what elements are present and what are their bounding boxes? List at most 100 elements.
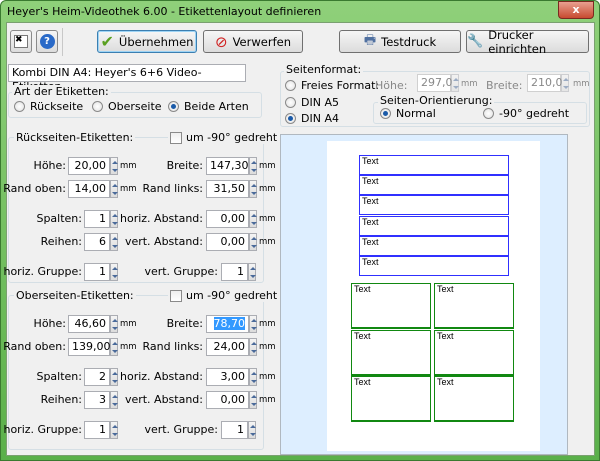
spinner-breite[interactable] bbox=[249, 157, 257, 175]
input-hoehe[interactable]: 46,60 bbox=[68, 315, 110, 333]
unit-label: mm bbox=[259, 342, 276, 352]
spinner-horiz-abstand[interactable] bbox=[249, 368, 257, 386]
input-horiz-abstand[interactable]: 0,00 bbox=[206, 210, 249, 228]
spinner-hoehe[interactable] bbox=[110, 157, 118, 175]
spinner-reihen[interactable] bbox=[110, 233, 118, 251]
page-width-spinner[interactable] bbox=[561, 74, 569, 92]
spinner-vert-gruppe[interactable] bbox=[248, 421, 256, 439]
spinner-vert-abstand[interactable] bbox=[249, 233, 257, 251]
spinner-rand-oben[interactable] bbox=[110, 180, 118, 198]
input-breite[interactable]: 78,70 bbox=[206, 315, 249, 333]
field-label-horiz-abstand: horiz. Abstand: bbox=[120, 212, 203, 225]
window-close-icon: ✖ bbox=[14, 35, 28, 48]
close-layout-button[interactable]: ✖ bbox=[10, 30, 32, 53]
spinner-spalten[interactable] bbox=[110, 368, 118, 386]
layout-name-input[interactable]: Kombi DIN A4: Heyer's 6+6 Video-Etikette… bbox=[8, 64, 246, 93]
spinner-horiz-gruppe[interactable] bbox=[110, 263, 118, 281]
input-rand-links[interactable]: 31,50 bbox=[206, 180, 249, 198]
radio-indicator bbox=[92, 101, 103, 112]
rotate-checkbox[interactable]: um -90° gedreht bbox=[168, 131, 280, 144]
input-vert-gruppe[interactable]: 1 bbox=[221, 421, 248, 439]
spinner-vert-abstand[interactable] bbox=[249, 391, 257, 409]
input-reihen[interactable]: 3 bbox=[84, 391, 110, 409]
field-label-vert-abstand: vert. Abstand: bbox=[124, 393, 203, 406]
input-rand-oben[interactable]: 139,00 bbox=[68, 338, 111, 356]
page-height-input[interactable]: 297,0 bbox=[417, 74, 453, 92]
spinner-rand-oben[interactable] bbox=[110, 338, 118, 356]
radio-orientation-rotated[interactable]: -90° gedreht bbox=[483, 107, 569, 120]
spinner-rand-links[interactable] bbox=[249, 180, 257, 198]
radio-indicator bbox=[285, 97, 296, 108]
input-vert-gruppe[interactable]: 1 bbox=[221, 263, 248, 281]
radio-label: Rückseite bbox=[30, 100, 84, 113]
input-rand-oben[interactable]: 14,00 bbox=[68, 180, 110, 198]
input-breite[interactable]: 147,30 bbox=[206, 157, 249, 175]
radio-din-a4[interactable]: DIN A4 bbox=[285, 112, 339, 125]
spinner-hoehe[interactable] bbox=[110, 315, 118, 333]
input-reihen[interactable]: 6 bbox=[84, 233, 110, 251]
apply-button[interactable]: ✔ Übernehmen bbox=[97, 30, 197, 53]
checkbox-box bbox=[170, 131, 182, 144]
rotate-checkbox[interactable]: um -90° gedreht bbox=[168, 289, 280, 302]
radio-label: -90° gedreht bbox=[499, 107, 570, 120]
unit-label: mm bbox=[259, 372, 276, 382]
radio-beide-arten[interactable]: Beide Arten bbox=[168, 100, 249, 113]
spinner-vert-gruppe[interactable] bbox=[248, 263, 256, 281]
radio-orientation-normal[interactable]: Normal bbox=[380, 107, 436, 120]
radio-label: Freies Format: bbox=[301, 79, 380, 92]
spinner-rand-links[interactable] bbox=[249, 338, 257, 356]
input-rand-links[interactable]: 24,00 bbox=[206, 338, 249, 356]
input-horiz-abstand[interactable]: 3,00 bbox=[206, 368, 249, 386]
checkmark-icon: ✔ bbox=[100, 32, 114, 51]
unit-label: mm bbox=[259, 214, 276, 224]
testprint-button[interactable]: 🖶 Testdruck bbox=[339, 30, 461, 53]
input-vert-abstand[interactable]: 0,00 bbox=[206, 391, 249, 409]
printer-settings-icon: 🔧 bbox=[467, 34, 484, 49]
radio-indicator bbox=[285, 80, 296, 91]
front-label-preview: Text bbox=[351, 376, 431, 422]
input-hoehe[interactable]: 20,00 bbox=[68, 157, 110, 175]
input-vert-abstand[interactable]: 0,00 bbox=[206, 233, 249, 251]
radio-din-a5[interactable]: DIN A5 bbox=[285, 96, 339, 109]
back-label-preview: Text bbox=[359, 215, 509, 236]
radio-oberseite[interactable]: Oberseite bbox=[92, 100, 162, 113]
spinner-horiz-abstand[interactable] bbox=[249, 210, 257, 228]
label-type-legend: Art der Etiketten: bbox=[12, 85, 111, 98]
discard-button[interactable]: ⊘ Verwerfen bbox=[203, 30, 303, 53]
radio-indicator bbox=[483, 108, 494, 119]
printer-setup-button[interactable]: 🔧 Drucker einrichten bbox=[466, 27, 589, 56]
input-horiz-gruppe[interactable]: 1 bbox=[84, 421, 110, 439]
front-label-preview: Text bbox=[351, 283, 431, 329]
input-horiz-gruppe[interactable]: 1 bbox=[84, 263, 110, 281]
printer-setup-label: Drucker einrichten bbox=[488, 27, 547, 56]
help-button[interactable]: ? bbox=[36, 30, 58, 53]
field-label-rand-oben: Rand oben: bbox=[3, 182, 66, 195]
field-label-rand-oben: Rand oben: bbox=[3, 340, 66, 353]
spinner-breite[interactable] bbox=[249, 315, 257, 333]
unit-label: mm bbox=[120, 342, 137, 352]
checkbox-label: um -90° gedreht bbox=[186, 131, 278, 144]
radio-indicator bbox=[14, 101, 25, 112]
help-icon: ? bbox=[39, 34, 55, 49]
radio-rueckseite[interactable]: Rückseite bbox=[14, 100, 83, 113]
spinner-spalten[interactable] bbox=[110, 210, 118, 228]
unit-label: mm bbox=[259, 161, 276, 171]
spinner-horiz-gruppe[interactable] bbox=[110, 421, 118, 439]
page-height-spinner[interactable] bbox=[451, 74, 459, 92]
field-label-hoehe: Höhe: bbox=[33, 159, 66, 172]
radio-free-format[interactable]: Freies Format: bbox=[285, 79, 379, 92]
field-label-vert-abstand: vert. Abstand: bbox=[124, 235, 203, 248]
testprint-label: Testdruck bbox=[381, 34, 437, 49]
radio-indicator bbox=[285, 113, 296, 124]
page-format-legend: Seitenformat: bbox=[284, 63, 364, 76]
spinner-reihen[interactable] bbox=[110, 391, 118, 409]
back-label-preview: Text bbox=[359, 195, 509, 216]
field-label-vert-gruppe: vert. Gruppe: bbox=[144, 423, 218, 436]
input-spalten[interactable]: 2 bbox=[84, 368, 110, 386]
page-width-label: Breite: bbox=[486, 79, 523, 92]
input-spalten[interactable]: 1 bbox=[84, 210, 110, 228]
field-label-rand-links: Rand links: bbox=[142, 182, 203, 195]
checkbox-label: um -90° gedreht bbox=[186, 289, 278, 302]
page-width-input[interactable]: 210,0 bbox=[527, 74, 563, 92]
front-label-preview: Text bbox=[434, 376, 514, 422]
